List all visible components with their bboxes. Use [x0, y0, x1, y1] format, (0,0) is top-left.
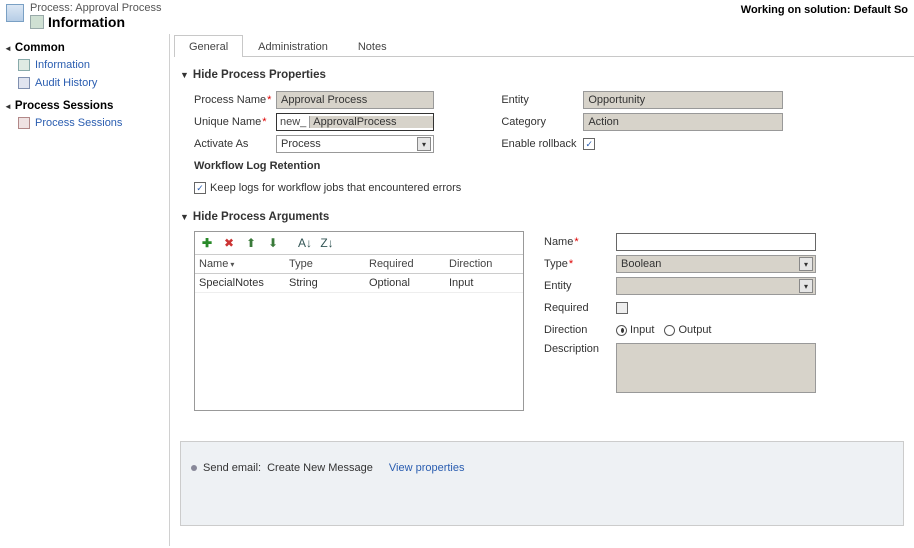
process-title: Process: Approval Process: [30, 2, 161, 14]
keep-logs-checkbox[interactable]: ✓: [194, 182, 206, 194]
caret-icon: ◄: [4, 102, 12, 111]
direction-output-radio[interactable]: [664, 325, 675, 336]
unique-name-value: ApprovalProcess: [309, 116, 433, 128]
col-header-required[interactable]: Required: [369, 258, 449, 270]
rollback-checkbox[interactable]: ✓: [583, 138, 595, 150]
sessions-item-icon: [18, 117, 30, 129]
rollback-label: Enable rollback: [501, 138, 583, 150]
arg-description-textarea[interactable]: [616, 343, 816, 393]
tab-administration[interactable]: Administration: [243, 35, 343, 57]
step-prefix: Send email:: [203, 462, 261, 474]
tab-general[interactable]: General: [174, 35, 243, 57]
col-header-name[interactable]: Name▾: [199, 258, 289, 270]
arg-name-input[interactable]: [616, 233, 816, 251]
information-icon: [30, 15, 44, 29]
activate-as-label: Activate As: [194, 138, 276, 150]
nav-item-process-sessions[interactable]: Process Sessions: [4, 114, 165, 132]
section-process-properties-toggle[interactable]: ▼ Hide Process Properties: [180, 65, 904, 85]
direction-output-label: Output: [678, 324, 711, 336]
tab-general-label: General: [189, 41, 228, 53]
nav-section-sessions: ◄ Process Sessions: [4, 98, 165, 114]
tab-notes-label: Notes: [358, 41, 387, 53]
caret-icon: ◄: [4, 44, 12, 53]
nav-item-audit-label: Audit History: [35, 77, 97, 89]
arg-direction-label: Direction: [544, 324, 616, 336]
section-process-arguments-label: Hide Process Arguments: [193, 211, 329, 223]
arg-type-value: Boolean: [621, 258, 661, 270]
entity-field: Opportunity: [583, 91, 783, 109]
unique-name-label: Unique Name: [194, 116, 261, 128]
step-row[interactable]: Send email: Create New Message View prop…: [191, 462, 893, 474]
arguments-grid: ✚ ✖ ⬆ ⬇ A↓ Z↓ Name▾ Type Required Direct…: [194, 231, 524, 411]
audit-item-icon: [18, 77, 30, 89]
direction-input-label: Input: [630, 324, 654, 336]
move-up-button[interactable]: ⬆: [243, 235, 259, 251]
entity-label: Entity: [501, 94, 583, 106]
steps-panel: Send email: Create New Message View prop…: [180, 441, 904, 526]
category-field: Action: [583, 113, 783, 131]
arg-entity-label: Entity: [544, 280, 616, 292]
activate-as-value: Process: [281, 138, 321, 150]
activate-as-select[interactable]: Process ▾: [276, 135, 434, 153]
sort-asc-button[interactable]: A↓: [297, 235, 313, 251]
working-on-label: Working on solution: Default So: [741, 2, 908, 30]
arg-name-label: Name: [544, 236, 573, 248]
nav-section-common: ◄ Common: [4, 40, 165, 56]
sort-desc-button[interactable]: Z↓: [319, 235, 335, 251]
info-item-icon: [18, 59, 30, 71]
entity-value: Opportunity: [588, 94, 645, 106]
tab-notes[interactable]: Notes: [343, 35, 402, 57]
col-header-direction[interactable]: Direction: [449, 258, 519, 270]
move-down-button[interactable]: ⬇: [265, 235, 281, 251]
process-name-value: Approval Process: [281, 94, 367, 106]
process-app-icon: [6, 4, 24, 22]
unique-name-prefix: new_: [277, 116, 309, 128]
process-name-field[interactable]: Approval Process: [276, 91, 434, 109]
dropdown-button-icon[interactable]: ▾: [417, 137, 431, 151]
collapse-icon: ▼: [180, 212, 189, 222]
cell-type: String: [289, 277, 318, 289]
nav-item-information-label: Information: [35, 59, 90, 71]
table-row[interactable]: SpecialNotes String Optional Input: [195, 274, 523, 293]
arg-description-label: Description: [544, 343, 616, 355]
bullet-icon: [191, 465, 197, 471]
keep-logs-label: Keep logs for workflow jobs that encount…: [210, 182, 461, 194]
nav-section-sessions-label: Process Sessions: [15, 100, 113, 112]
cell-direction: Input: [449, 277, 473, 289]
arg-required-checkbox[interactable]: [616, 302, 628, 314]
arg-type-select[interactable]: Boolean ▾: [616, 255, 816, 273]
nav-item-sessions-label: Process Sessions: [35, 117, 122, 129]
left-sidebar: ◄ Common Information Audit History ◄ Pro…: [0, 34, 170, 546]
unique-name-field[interactable]: new_ ApprovalProcess: [276, 113, 434, 131]
collapse-icon: ▼: [180, 70, 189, 80]
section-process-arguments-toggle[interactable]: ▼ Hide Process Arguments: [180, 207, 904, 227]
arg-type-label: Type: [544, 258, 568, 270]
nav-item-information[interactable]: Information: [4, 56, 165, 74]
nav-item-audit-history[interactable]: Audit History: [4, 74, 165, 92]
page-heading: Information: [48, 14, 125, 30]
cell-required: Optional: [369, 277, 410, 289]
section-process-properties-label: Hide Process Properties: [193, 69, 326, 81]
add-argument-button[interactable]: ✚: [199, 235, 215, 251]
process-name-label: Process Name: [194, 94, 266, 106]
delete-argument-button[interactable]: ✖: [221, 235, 237, 251]
dropdown-button-icon[interactable]: ▾: [799, 279, 813, 293]
view-properties-link[interactable]: View properties: [389, 462, 465, 474]
sort-caret-icon: ▾: [230, 260, 234, 269]
dropdown-button-icon[interactable]: ▾: [799, 257, 813, 271]
category-label: Category: [501, 116, 583, 128]
step-name: Create New Message: [267, 462, 373, 474]
workflow-log-title: Workflow Log Retention: [194, 160, 320, 172]
direction-input-radio[interactable]: [616, 325, 627, 336]
arg-entity-select[interactable]: ▾: [616, 277, 816, 295]
cell-name: SpecialNotes: [199, 277, 264, 289]
col-header-type[interactable]: Type: [289, 258, 369, 270]
tab-admin-label: Administration: [258, 41, 328, 53]
nav-section-common-label: Common: [15, 42, 65, 54]
arg-required-label: Required: [544, 302, 616, 314]
category-value: Action: [588, 116, 619, 128]
